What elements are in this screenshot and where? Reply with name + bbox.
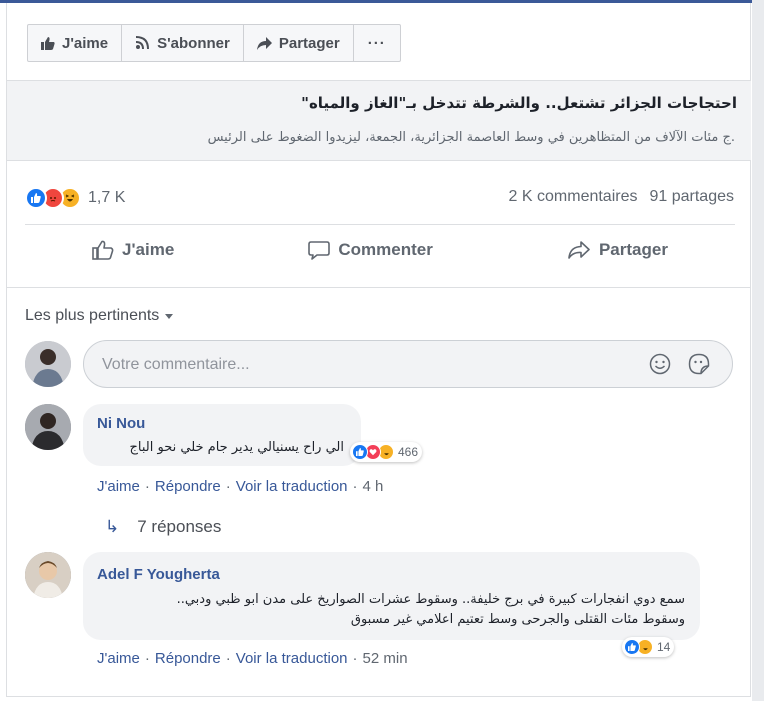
caret-down-icon (165, 313, 174, 319)
comment-composer (83, 340, 733, 388)
subscribe-label: S'abonner (157, 34, 230, 52)
comment-reply-link[interactable]: Répondre (155, 478, 221, 495)
share-page-button[interactable]: Partager (244, 25, 354, 61)
share-arrow-icon (256, 36, 272, 50)
share-outline-icon (568, 241, 590, 259)
commenter-avatar[interactable] (25, 404, 71, 450)
comment-reply-link[interactable]: Répondre (155, 650, 221, 667)
comment-translate-link[interactable]: Voir la traduction (236, 478, 348, 495)
separator-dot: · (225, 650, 231, 667)
like-page-button[interactable]: J'aime (28, 25, 123, 61)
comment-translate-link[interactable]: Voir la traduction (236, 650, 348, 667)
separator-dot: · (144, 650, 150, 667)
comment-label: Commenter (338, 240, 433, 259)
more-options-button[interactable]: ··· (354, 25, 400, 61)
post-action-bar: J'aime Commenter Partager (25, 240, 735, 260)
subscribe-button[interactable]: S'abonner (122, 25, 244, 61)
share-page-label: Partager (278, 34, 340, 52)
thumbs-up-icon (41, 37, 55, 50)
comment-reactions[interactable]: 466 (350, 442, 423, 462)
engagement-stats: 2 K commentaires 91 partages (509, 188, 734, 206)
like-button[interactable]: J'aime (92, 240, 174, 260)
comment-text-line: سمع دوي انفجارات كبيرة في برج خليفة.. وس… (176, 592, 685, 607)
comment-reaction-count: 14 (657, 640, 671, 654)
reaction-count[interactable]: 1,7 K (88, 189, 125, 207)
rss-icon (136, 36, 150, 50)
sort-label: Les plus pertinents (25, 307, 160, 324)
link-preview[interactable]: احتجاجات الجزائر تشتعل.. والشرطة تتدخل ب… (7, 81, 751, 161)
like-reaction-icon (624, 639, 640, 655)
like-reaction-icon (352, 444, 368, 460)
share-label: Partager (598, 240, 668, 259)
separator-dot: · (352, 650, 358, 667)
comment-bubble: Ni Nou الي راح يسنيالي يدير جام خلي نحو … (83, 404, 361, 466)
comment-sort-dropdown[interactable]: Les plus pertinents (25, 307, 174, 325)
share-count-link[interactable]: 91 partages (649, 188, 734, 206)
like-page-label: J'aime (62, 34, 109, 52)
reaction-summary[interactable]: 1,7 K (25, 187, 125, 209)
divider (7, 696, 751, 697)
current-user-avatar[interactable] (25, 341, 71, 387)
comment-meta: J'aime · Répondre · Voir la traduction · 52 mi… (97, 650, 408, 667)
reply-arrow-icon: ↳ (105, 517, 120, 536)
comment-like-link[interactable]: J'aime (97, 650, 140, 667)
comment-bubble: Adel F Yougherta سمع دوي انفجارات كبيرة … (83, 552, 700, 640)
divider (25, 224, 735, 225)
like-label: J'aime (122, 240, 175, 259)
sticker-icon[interactable] (688, 353, 710, 375)
comment-count-link[interactable]: 2 K commentaires (509, 188, 638, 206)
page-background-strip (752, 0, 764, 701)
replies-label: 7 réponses (137, 517, 222, 536)
comment-reaction-count: 466 (398, 445, 419, 459)
more-options-label: ··· (367, 34, 386, 52)
preview-description: .ج مئات الآلاف من المتظاهرين في وسط العا… (207, 130, 735, 145)
separator-dot: · (352, 478, 358, 495)
like-reaction-icon (25, 187, 47, 209)
comment-bubble-icon (308, 241, 331, 260)
comment-timestamp[interactable]: 4 h (363, 478, 384, 495)
comment-input[interactable] (100, 353, 624, 377)
comment-reactions[interactable]: 14 (622, 637, 675, 657)
page-action-toolbar: J'aime S'abonner Partager ··· (27, 24, 401, 62)
thumbs-up-outline-icon (92, 240, 114, 260)
emoji-icon[interactable] (649, 353, 671, 375)
comment-author[interactable]: Ni Nou (97, 415, 145, 432)
comment-like-link[interactable]: J'aime (97, 478, 140, 495)
comment-text: الي راح يسنيالي يدير جام خلي نحو الباج (129, 440, 344, 455)
share-button[interactable]: Partager (567, 240, 668, 260)
view-replies-link[interactable]: ↳ 7 réponses (105, 517, 221, 537)
preview-title: احتجاجات الجزائر تشتعل.. والشرطة تتدخل ب… (301, 94, 737, 112)
commenter-avatar[interactable] (25, 552, 71, 598)
divider (7, 287, 751, 288)
comment-button[interactable]: Commenter (308, 240, 433, 260)
comment-text-line: وسقوط مئات القتلى والجرحى وسط تعتيم اعلا… (350, 612, 685, 627)
separator-dot: · (144, 478, 150, 495)
comment-timestamp[interactable]: 52 min (363, 650, 408, 667)
comment-author[interactable]: Adel F Yougherta (97, 566, 220, 583)
separator-dot: · (225, 478, 231, 495)
comment-meta: J'aime · Répondre · Voir la traduction · 4 h (97, 478, 383, 495)
